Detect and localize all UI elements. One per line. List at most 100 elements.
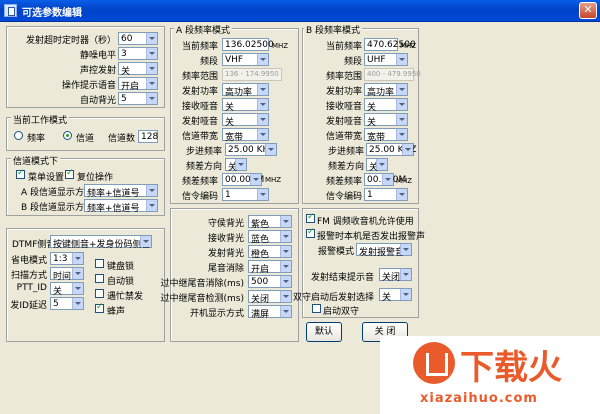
band-a-tx-mute-select[interactable]: 关 bbox=[222, 113, 269, 128]
band-b-rx-mute-select[interactable]: 关 bbox=[364, 98, 408, 113]
fm-allow-checkbox[interactable] bbox=[306, 212, 315, 223]
chevron-down-icon bbox=[146, 63, 157, 74]
band-b-band-select[interactable]: UHF bbox=[364, 53, 408, 66]
band-b-tx-mute-select[interactable]: 关 bbox=[364, 113, 408, 128]
alarm-local-checkbox[interactable] bbox=[306, 227, 315, 238]
auto-backlight-label: 自动背光 bbox=[79, 96, 116, 106]
band-b-power-label: 发射功率 bbox=[325, 87, 362, 97]
squelch-select[interactable]: 3 bbox=[118, 47, 158, 60]
band-a-freq-label: 当前频率 bbox=[181, 42, 218, 52]
dual-watch-start-checkbox[interactable] bbox=[312, 304, 321, 313]
tx-backlight-select[interactable]: 橙色 bbox=[248, 245, 292, 260]
menu-settings-checkbox[interactable] bbox=[16, 168, 25, 179]
band-b-signal-label: 信令编码 bbox=[325, 192, 362, 202]
band-a-bandwidth-select[interactable]: 宽带 bbox=[222, 128, 269, 143]
power-on-display-label: 开机显示方式 bbox=[189, 309, 244, 319]
freq-mode-label: 频率 bbox=[27, 134, 46, 144]
band-b-bandwidth-select[interactable]: 宽带 bbox=[364, 128, 408, 143]
keylock-label: 键盘锁 bbox=[107, 262, 135, 272]
band-a-title: A 段频率模式 bbox=[174, 23, 233, 36]
chevron-down-icon bbox=[257, 99, 268, 110]
tx-timeout-select[interactable]: 60 bbox=[118, 32, 158, 45]
freq-mode-radio[interactable] bbox=[14, 131, 23, 140]
auto-backlight-select[interactable]: 5 bbox=[118, 92, 158, 105]
band-b-offset-dir-select[interactable]: 关 bbox=[366, 158, 388, 173]
b-channel-display-select[interactable]: 频率+信道号 bbox=[84, 199, 158, 214]
band-a-band-select[interactable]: VHF bbox=[222, 53, 269, 66]
vox-label: 声控发射 bbox=[79, 66, 116, 76]
keylock-checkbox[interactable] bbox=[95, 259, 104, 268]
band-a-power-label: 发射功率 bbox=[181, 87, 218, 97]
power-on-display-select[interactable]: 满屏 bbox=[248, 305, 292, 320]
band-b-signal-select[interactable]: 1 bbox=[364, 188, 408, 201]
band-b-offset-unit: MHZ bbox=[396, 177, 413, 185]
repeater-tail-detect-select[interactable]: 关闭 bbox=[248, 290, 292, 305]
band-b-offset-dir-label: 频差方向 bbox=[327, 162, 364, 172]
chevron-down-icon bbox=[280, 231, 291, 242]
ptt-id-label: PTT_ID bbox=[16, 283, 47, 293]
band-a-offset-dir-select[interactable]: 关 bbox=[225, 158, 247, 173]
band-b-power-select[interactable]: 高功率 bbox=[364, 83, 408, 98]
vox-select[interactable]: 关 bbox=[118, 62, 158, 77]
band-a-bandwidth-label: 信道带宽 bbox=[181, 132, 218, 142]
band-b-title: B 段频率模式 bbox=[304, 23, 363, 36]
chevron-down-icon bbox=[376, 159, 387, 170]
chevron-down-icon bbox=[146, 78, 157, 89]
chevron-down-icon bbox=[396, 189, 407, 200]
chevron-down-icon bbox=[257, 129, 268, 140]
voice-prompt-label: 操作提示语音 bbox=[61, 81, 116, 91]
band-b-step-select[interactable]: 25.00 KHZ bbox=[366, 143, 416, 156]
power-save-select[interactable]: 1:3 bbox=[50, 252, 84, 265]
band-a-rx-mute-select[interactable]: 关 bbox=[222, 98, 269, 113]
band-a-step-select[interactable]: 25.00 KHZ bbox=[225, 143, 277, 156]
tail-elim-select[interactable]: 开启 bbox=[248, 260, 292, 275]
alarm-mode-label: 报警模式 bbox=[317, 247, 354, 257]
window-title: 可选参数编辑 bbox=[22, 8, 82, 19]
band-a-freq-unit: MHZ bbox=[272, 42, 289, 50]
power-save-label: 省电模式 bbox=[10, 256, 47, 266]
a-channel-display-select[interactable]: 频率+信道号 bbox=[84, 184, 158, 199]
watermark-url: xiazaihuo.com bbox=[420, 391, 538, 406]
chevron-down-icon bbox=[396, 84, 407, 95]
band-b-offset-freq-select[interactable]: 00.000M bbox=[364, 173, 406, 186]
rx-backlight-select[interactable]: 蓝色 bbox=[248, 230, 292, 245]
scan-mode-select[interactable]: 时间 bbox=[50, 267, 84, 282]
repeater-tail-elim-select[interactable]: 500 bbox=[248, 275, 292, 288]
band-a-freq-input[interactable]: 136.02500 bbox=[222, 38, 274, 51]
chevron-down-icon bbox=[72, 283, 83, 294]
band-a-range-label: 频率范围 bbox=[181, 72, 218, 82]
band-b-freq-label: 当前频率 bbox=[325, 42, 362, 52]
band-a-rx-mute-label: 接收哑音 bbox=[181, 102, 218, 112]
tx-end-tone-select[interactable]: 关闭 bbox=[379, 268, 412, 283]
close-window-button[interactable]: ✕ bbox=[579, 2, 597, 19]
chevron-down-icon bbox=[400, 269, 411, 280]
alarm-mode-select[interactable]: 发射报警音 bbox=[356, 243, 412, 258]
autolock-checkbox[interactable] bbox=[95, 274, 104, 283]
tail-elim-label: 尾音消除 bbox=[207, 264, 244, 274]
default-button[interactable]: 默认 bbox=[306, 322, 342, 342]
band-a-power-select[interactable]: 高功率 bbox=[222, 83, 269, 98]
channel-mode-radio[interactable] bbox=[63, 131, 72, 140]
band-a-signal-select[interactable]: 1 bbox=[222, 188, 269, 201]
chevron-down-icon bbox=[265, 144, 276, 155]
band-b-freq-input[interactable]: 470.62500 bbox=[364, 38, 416, 51]
send-id-delay-select[interactable]: 5 bbox=[50, 297, 84, 310]
band-b-freq-unit: MHZ bbox=[400, 42, 417, 50]
channel-count-input[interactable]: 128 bbox=[138, 130, 158, 143]
dual-watch-tx-select[interactable]: 关 bbox=[379, 288, 412, 303]
busy-lockout-checkbox[interactable] bbox=[95, 289, 104, 298]
chevron-down-icon bbox=[280, 246, 291, 257]
voice-prompt-select[interactable]: 开启 bbox=[118, 77, 158, 92]
beep-checkbox[interactable] bbox=[95, 302, 104, 313]
chevron-down-icon bbox=[396, 54, 407, 65]
band-a-offset-freq-select[interactable]: 00.000M bbox=[222, 173, 264, 186]
ptt-id-select[interactable]: 关 bbox=[50, 282, 84, 297]
reset-op-checkbox[interactable] bbox=[65, 168, 74, 179]
autolock-label: 自动锁 bbox=[107, 277, 135, 287]
chevron-down-icon bbox=[257, 54, 268, 65]
rx-backlight-label: 接收背光 bbox=[207, 234, 244, 244]
chevron-down-icon bbox=[250, 174, 261, 185]
scan-mode-label: 扫描方式 bbox=[10, 271, 47, 281]
standby-backlight-select[interactable]: 紫色 bbox=[248, 215, 292, 230]
dtmf-sidetone-select[interactable]: 按键侧音+发身份码侧音 bbox=[50, 235, 152, 250]
